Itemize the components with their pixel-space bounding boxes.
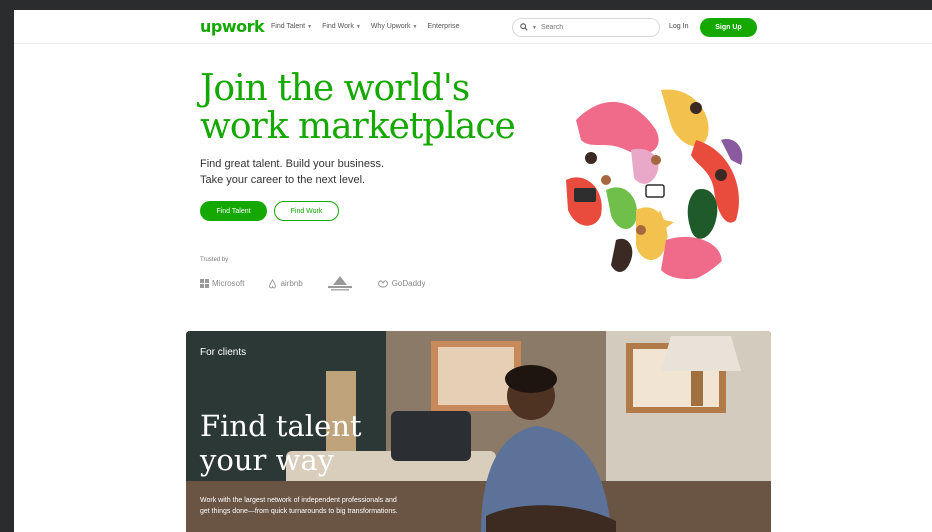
search-input[interactable] [540, 24, 641, 31]
find-work-button[interactable]: Find Work [274, 201, 339, 221]
nav-find-work-label: Find Work [322, 23, 354, 30]
hero-title-line1: Join the world's [200, 68, 470, 109]
bissell-logo [327, 275, 353, 292]
microsoft-icon [200, 279, 209, 288]
browser-page: upwork Find Talent ▼ Find Work ▼ Why Upw… [14, 10, 932, 532]
bissell-icon [327, 276, 352, 291]
godaddy-logo: GoDaddy [377, 279, 426, 288]
chevron-down-icon: ▼ [355, 23, 361, 30]
clients-description: Work with the largest network of indepen… [200, 497, 398, 515]
airbnb-logo: airbnb [268, 278, 303, 289]
clients-title-line2: your way [200, 443, 335, 477]
godaddy-icon [377, 280, 388, 288]
clients-title-line1: Find talent [200, 409, 362, 443]
trusted-logos: Microsoft airbnb GoDaddy [200, 275, 426, 292]
airbnb-icon [269, 278, 277, 288]
chevron-down-icon: ▼ [307, 23, 313, 30]
hero-subtitle: Find great talent. Build your business. … [200, 156, 420, 188]
chevron-down-icon: ▼ [412, 23, 418, 30]
signup-button[interactable]: Sign Up [700, 18, 757, 37]
hero-subtitle-line2: Take your career to the next level. [200, 174, 366, 186]
microsoft-label: Microsoft [212, 279, 245, 288]
nav-why-upwork[interactable]: Why Upwork ▼ [371, 23, 418, 30]
main-nav: Find Talent ▼ Find Work ▼ Why Upwork ▼ E… [271, 23, 459, 30]
chevron-down-icon[interactable]: ▼ [532, 25, 537, 31]
login-link[interactable]: Log In [669, 23, 688, 30]
hero-title-line2: work marketplace [200, 106, 516, 147]
clients-title: Find talent your way [200, 409, 410, 477]
for-clients-label: For clients [200, 347, 247, 358]
clients-banner: For clients Find talent your way Work wi… [186, 331, 771, 532]
godaddy-label: GoDaddy [391, 279, 426, 288]
nav-why-upwork-label: Why Upwork [370, 23, 411, 30]
nav-enterprise[interactable]: Enterprise [427, 23, 459, 30]
hero-subtitle-line1: Find great talent. Build your business. [200, 158, 385, 170]
top-navigation: upwork Find Talent ▼ Find Work ▼ Why Upw… [14, 10, 932, 44]
search-icon [520, 22, 528, 33]
search-bar[interactable]: ▼ [512, 18, 660, 37]
nav-find-talent-label: Find Talent [271, 23, 306, 30]
microsoft-logo: Microsoft [200, 279, 244, 288]
nav-enterprise-label: Enterprise [427, 23, 460, 30]
hero-title: Join the world's work marketplace [200, 70, 530, 146]
airbnb-label: airbnb [280, 279, 303, 288]
find-talent-button[interactable]: Find Talent [200, 201, 267, 221]
upwork-logo[interactable]: upwork [200, 17, 265, 36]
trusted-by-label: Trusted by [200, 257, 229, 263]
hero-illustration [547, 81, 755, 289]
nav-find-talent[interactable]: Find Talent ▼ [271, 23, 312, 30]
nav-find-work[interactable]: Find Work ▼ [322, 23, 361, 30]
